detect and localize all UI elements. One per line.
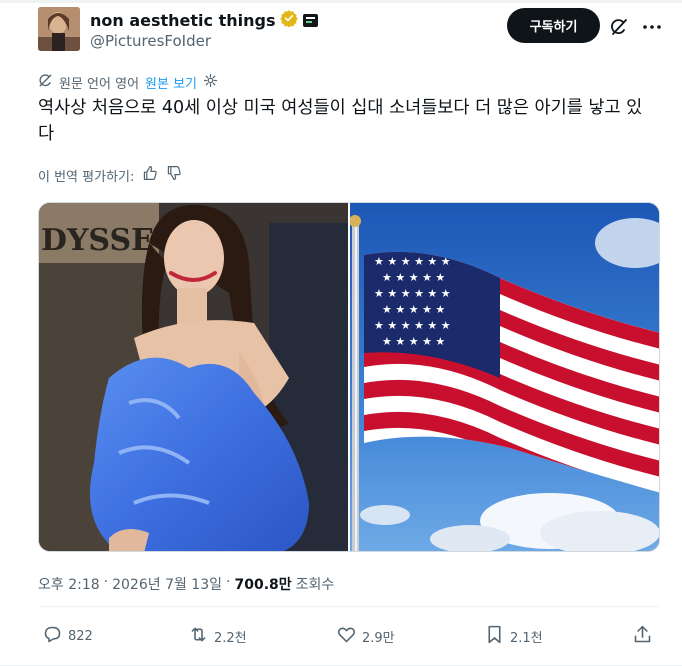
meta-separator: · xyxy=(103,574,109,590)
grok-icon[interactable] xyxy=(609,17,629,37)
affiliate-badge-icon[interactable] xyxy=(303,13,319,27)
avatar[interactable] xyxy=(38,7,80,51)
settings-gear-icon[interactable] xyxy=(203,73,218,92)
translate-icon xyxy=(38,73,53,92)
tweet-text: 역사상 처음으로 40세 이상 미국 여성들이 십대 소녀들보다 더 많은 아기… xyxy=(38,98,643,144)
thumbs-down-icon[interactable] xyxy=(166,165,182,185)
bookmark-button[interactable]: 2.1천 xyxy=(484,624,543,649)
translation-notice: 원문 언어 영어 원본 보기 xyxy=(38,73,218,92)
american-flag-photo[interactable]: ★ ★ ★ ★ ★ ★ ★ ★ ★ ★ ★ ★ ★ ★ ★ ★ ★ ★ ★ ★ … xyxy=(350,203,659,551)
meta-separator: · xyxy=(226,574,231,590)
sign-text: DYSSE xyxy=(41,223,154,258)
display-name[interactable]: non aesthetic things xyxy=(90,11,275,30)
like-count: 2.9만 xyxy=(362,631,395,646)
repost-icon xyxy=(188,624,209,649)
like-button[interactable]: 2.9만 xyxy=(336,624,395,649)
pregnant-woman-photo[interactable]: DYSSE xyxy=(39,203,348,551)
repost-button[interactable]: 2.2천 xyxy=(188,624,247,649)
source-language-label: 원문 언어 영어 xyxy=(59,77,140,92)
reply-icon xyxy=(42,624,63,649)
user-handle[interactable]: @PicturesFoIder xyxy=(90,32,211,50)
views-count: 700.8만 xyxy=(234,577,292,593)
tweet-meta: 오후 2:18 · 2026년 7월 13일 · 700.8만 조회수 xyxy=(38,574,334,594)
show-original-link[interactable]: 원본 보기 xyxy=(145,73,197,92)
svg-text:★ ★ ★ ★ ★ ★: ★ ★ ★ ★ ★ ★ xyxy=(374,287,451,300)
divider xyxy=(38,606,660,607)
share-button[interactable] xyxy=(632,624,653,649)
thumbs-up-icon[interactable] xyxy=(142,165,158,185)
reply-count: 822 xyxy=(68,629,93,644)
views-label: 조회수 xyxy=(295,577,335,593)
repost-count: 2.2천 xyxy=(214,631,247,646)
heart-icon xyxy=(336,624,357,649)
share-icon xyxy=(632,624,653,649)
rate-translation: 이 번역 평가하기: xyxy=(38,165,182,185)
svg-text:★ ★ ★ ★ ★ ★: ★ ★ ★ ★ ★ ★ xyxy=(374,255,451,268)
media-grid: DYSSE ★ ★ ★ ★ ★ ★ ★ ★ ★ ★ ★ ★ ★ ★ ★ ★ ★ … xyxy=(38,202,660,552)
verified-badge-icon xyxy=(280,9,299,31)
svg-text:★ ★ ★ ★ ★: ★ ★ ★ ★ ★ xyxy=(382,303,445,316)
bookmark-icon xyxy=(484,624,505,649)
action-bar: 822 2.2천 2.9만 2.1천 xyxy=(38,624,658,654)
svg-text:★ ★ ★ ★ ★: ★ ★ ★ ★ ★ xyxy=(382,271,445,284)
author-name-row[interactable]: non aesthetic things xyxy=(90,9,319,31)
rate-translation-label: 이 번역 평가하기: xyxy=(38,169,135,185)
svg-text:★ ★ ★ ★ ★ ★: ★ ★ ★ ★ ★ ★ xyxy=(374,319,451,332)
reply-button[interactable]: 822 xyxy=(42,624,93,649)
post-date[interactable]: 2026년 7월 13일 xyxy=(112,574,222,594)
subscribe-button[interactable]: 구독하기 xyxy=(507,8,600,43)
svg-text:★ ★ ★ ★ ★: ★ ★ ★ ★ ★ xyxy=(382,335,445,348)
post-time[interactable]: 오후 2:18 xyxy=(38,574,100,594)
bookmark-count: 2.1천 xyxy=(510,631,543,646)
top-edge xyxy=(0,0,682,3)
more-icon[interactable] xyxy=(642,17,662,37)
